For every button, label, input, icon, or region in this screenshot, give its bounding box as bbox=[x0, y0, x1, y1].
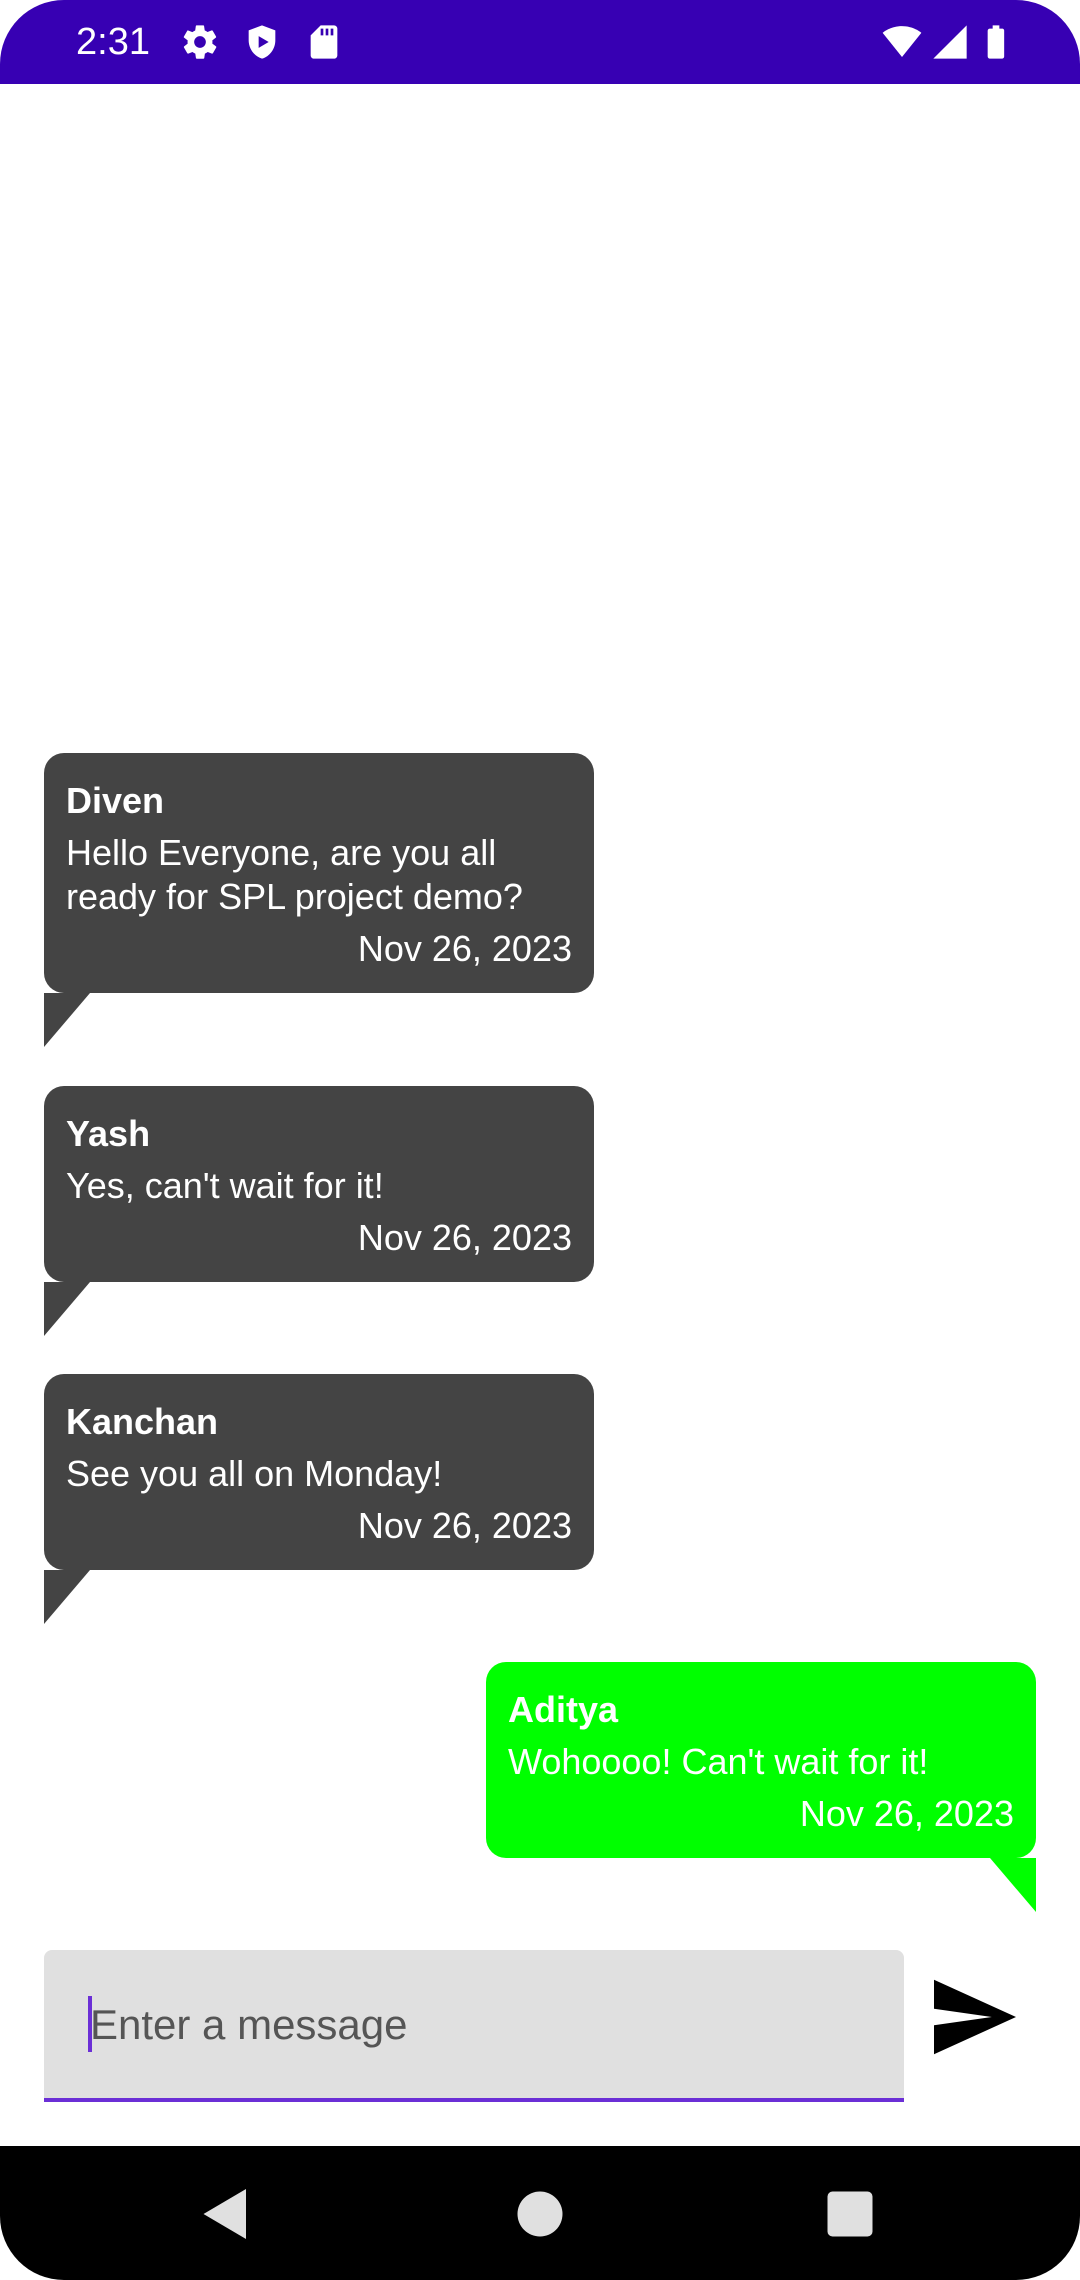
bubble-tail bbox=[44, 1570, 90, 1624]
message-text: Wohoooo! Can't wait for it! bbox=[508, 1741, 929, 1782]
chat-message-list[interactable]: Diven Hello Everyone, are you all ready … bbox=[0, 84, 1080, 1924]
message-text: Hello Everyone, are you all ready for SP… bbox=[66, 832, 523, 917]
send-button[interactable] bbox=[930, 1976, 1020, 2058]
sd-card-icon bbox=[304, 22, 344, 62]
recents-icon[interactable] bbox=[820, 2184, 880, 2244]
send-icon bbox=[930, 1976, 1020, 2058]
bubble-tail bbox=[44, 1282, 90, 1336]
message-date: Nov 26, 2023 bbox=[357, 1505, 572, 1546]
message-sender: Kanchan bbox=[66, 1401, 219, 1442]
message-bubble-outgoing: Aditya Wohoooo! Can't wait for it! Nov 2… bbox=[486, 1662, 1036, 1912]
battery-icon bbox=[976, 22, 1016, 62]
message-bubble-incoming: Kanchan See you all on Monday! Nov 26, 2… bbox=[44, 1374, 594, 1624]
message-input-placeholder: Enter a message bbox=[90, 2001, 408, 2048]
bubble-tail bbox=[990, 1858, 1036, 1912]
message-sender: Yash bbox=[66, 1113, 151, 1154]
message-input[interactable]: Enter a message bbox=[44, 1950, 904, 2102]
message-sender: Diven bbox=[66, 780, 165, 821]
message-date: Nov 26, 2023 bbox=[357, 1217, 572, 1258]
bubble-tail bbox=[44, 993, 90, 1047]
status-bar: 2:31 bbox=[0, 0, 1080, 84]
message-bubble-incoming: Diven Hello Everyone, are you all ready … bbox=[44, 753, 594, 1047]
back-icon[interactable] bbox=[196, 2184, 256, 2244]
message-text: See you all on Monday! bbox=[66, 1453, 443, 1494]
signal-icon bbox=[930, 22, 970, 62]
message-date: Nov 26, 2023 bbox=[357, 928, 572, 969]
message-date: Nov 26, 2023 bbox=[799, 1793, 1014, 1834]
status-time: 2:31 bbox=[76, 21, 150, 63]
settings-icon bbox=[180, 22, 220, 62]
shield-play-icon bbox=[242, 22, 282, 62]
wifi-icon bbox=[880, 22, 924, 62]
system-nav-bar bbox=[0, 2146, 1080, 2280]
message-sender: Aditya bbox=[508, 1689, 619, 1730]
message-bubble-incoming: Yash Yes, can't wait for it! Nov 26, 202… bbox=[44, 1086, 594, 1336]
home-icon[interactable] bbox=[510, 2184, 570, 2244]
message-text: Yes, can't wait for it! bbox=[66, 1165, 384, 1206]
